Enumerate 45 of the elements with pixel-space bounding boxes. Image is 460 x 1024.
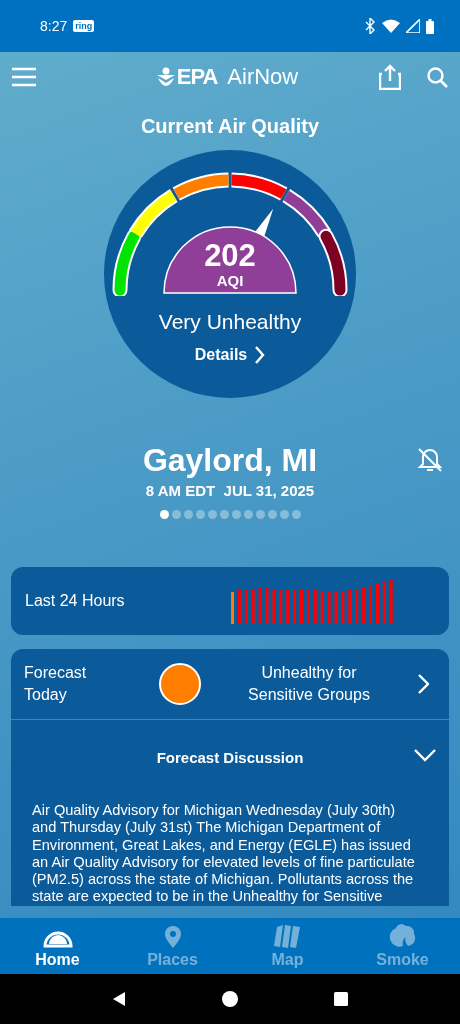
recents-icon[interactable] [333,991,349,1007]
section-heading: Current Air Quality [140,115,320,138]
page-dot[interactable] [279,510,289,519]
location-name: Gaylord, MI [142,442,318,478]
page-dot[interactable] [219,510,229,519]
page-dot[interactable] [255,510,265,519]
page-dot[interactable] [231,510,241,519]
discussion-title: Forecast Discussion [156,749,304,766]
brand-logo: EPA [176,64,218,90]
battery-icon [426,18,434,34]
aqi-category: Very Unhealthy [158,310,302,334]
home-icon[interactable] [222,991,238,1007]
notification-badge: ring [73,20,95,32]
page-dot[interactable] [171,510,181,519]
search-icon[interactable] [427,66,448,88]
signal-icon [406,19,420,33]
aqi-unit: AQI [216,272,244,289]
forecast-label: Forecast Today [24,663,88,705]
bluetooth-icon [364,18,376,34]
forecast-category: Unhealthy for Sensitive Groups [247,663,371,705]
card-label: Last 24 Hours [25,592,126,610]
aqi-value: 202 [204,240,256,272]
history-card[interactable]: Last 24 Hours [11,567,449,635]
nav-tab[interactable]: Home [0,918,115,974]
app-title: AirNow [227,64,299,90]
details-link[interactable]: Details [194,346,266,364]
flower-logo-icon [156,67,175,87]
status-time: 8:27 [40,18,68,34]
page-dot[interactable] [195,510,205,519]
chevron-right-icon[interactable] [417,674,429,694]
update-time: 8 AM EDT JUL 31, 2025 [145,482,315,499]
page-dot[interactable] [291,510,301,519]
page-dot[interactable] [159,510,169,519]
discussion-text: Air Quality Advisory for Michigan Wednesday (July 30th) and Thursday (July 31st) The Michigan Department of Environment, Great Lakes, and Energy (EGLE) has issued an Air Quality Advisory for elevated levels of fine particulate (PM2.5) across the state of Michigan. Pollutants across the state are expected to be in the Unhealthy for Sensitive [31,801,416,906]
page-dot[interactable] [207,510,217,519]
page-dot[interactable] [243,510,253,519]
page-dot[interactable] [183,510,193,519]
menu-icon[interactable] [12,67,36,87]
page-dot[interactable] [267,510,277,519]
chevron-icon [255,346,266,364]
share-icon[interactable] [379,64,401,90]
bell-off-icon[interactable] [417,447,443,473]
wifi-icon [382,19,400,33]
back-icon[interactable] [111,991,127,1007]
folded-map-icon [272,923,303,948]
